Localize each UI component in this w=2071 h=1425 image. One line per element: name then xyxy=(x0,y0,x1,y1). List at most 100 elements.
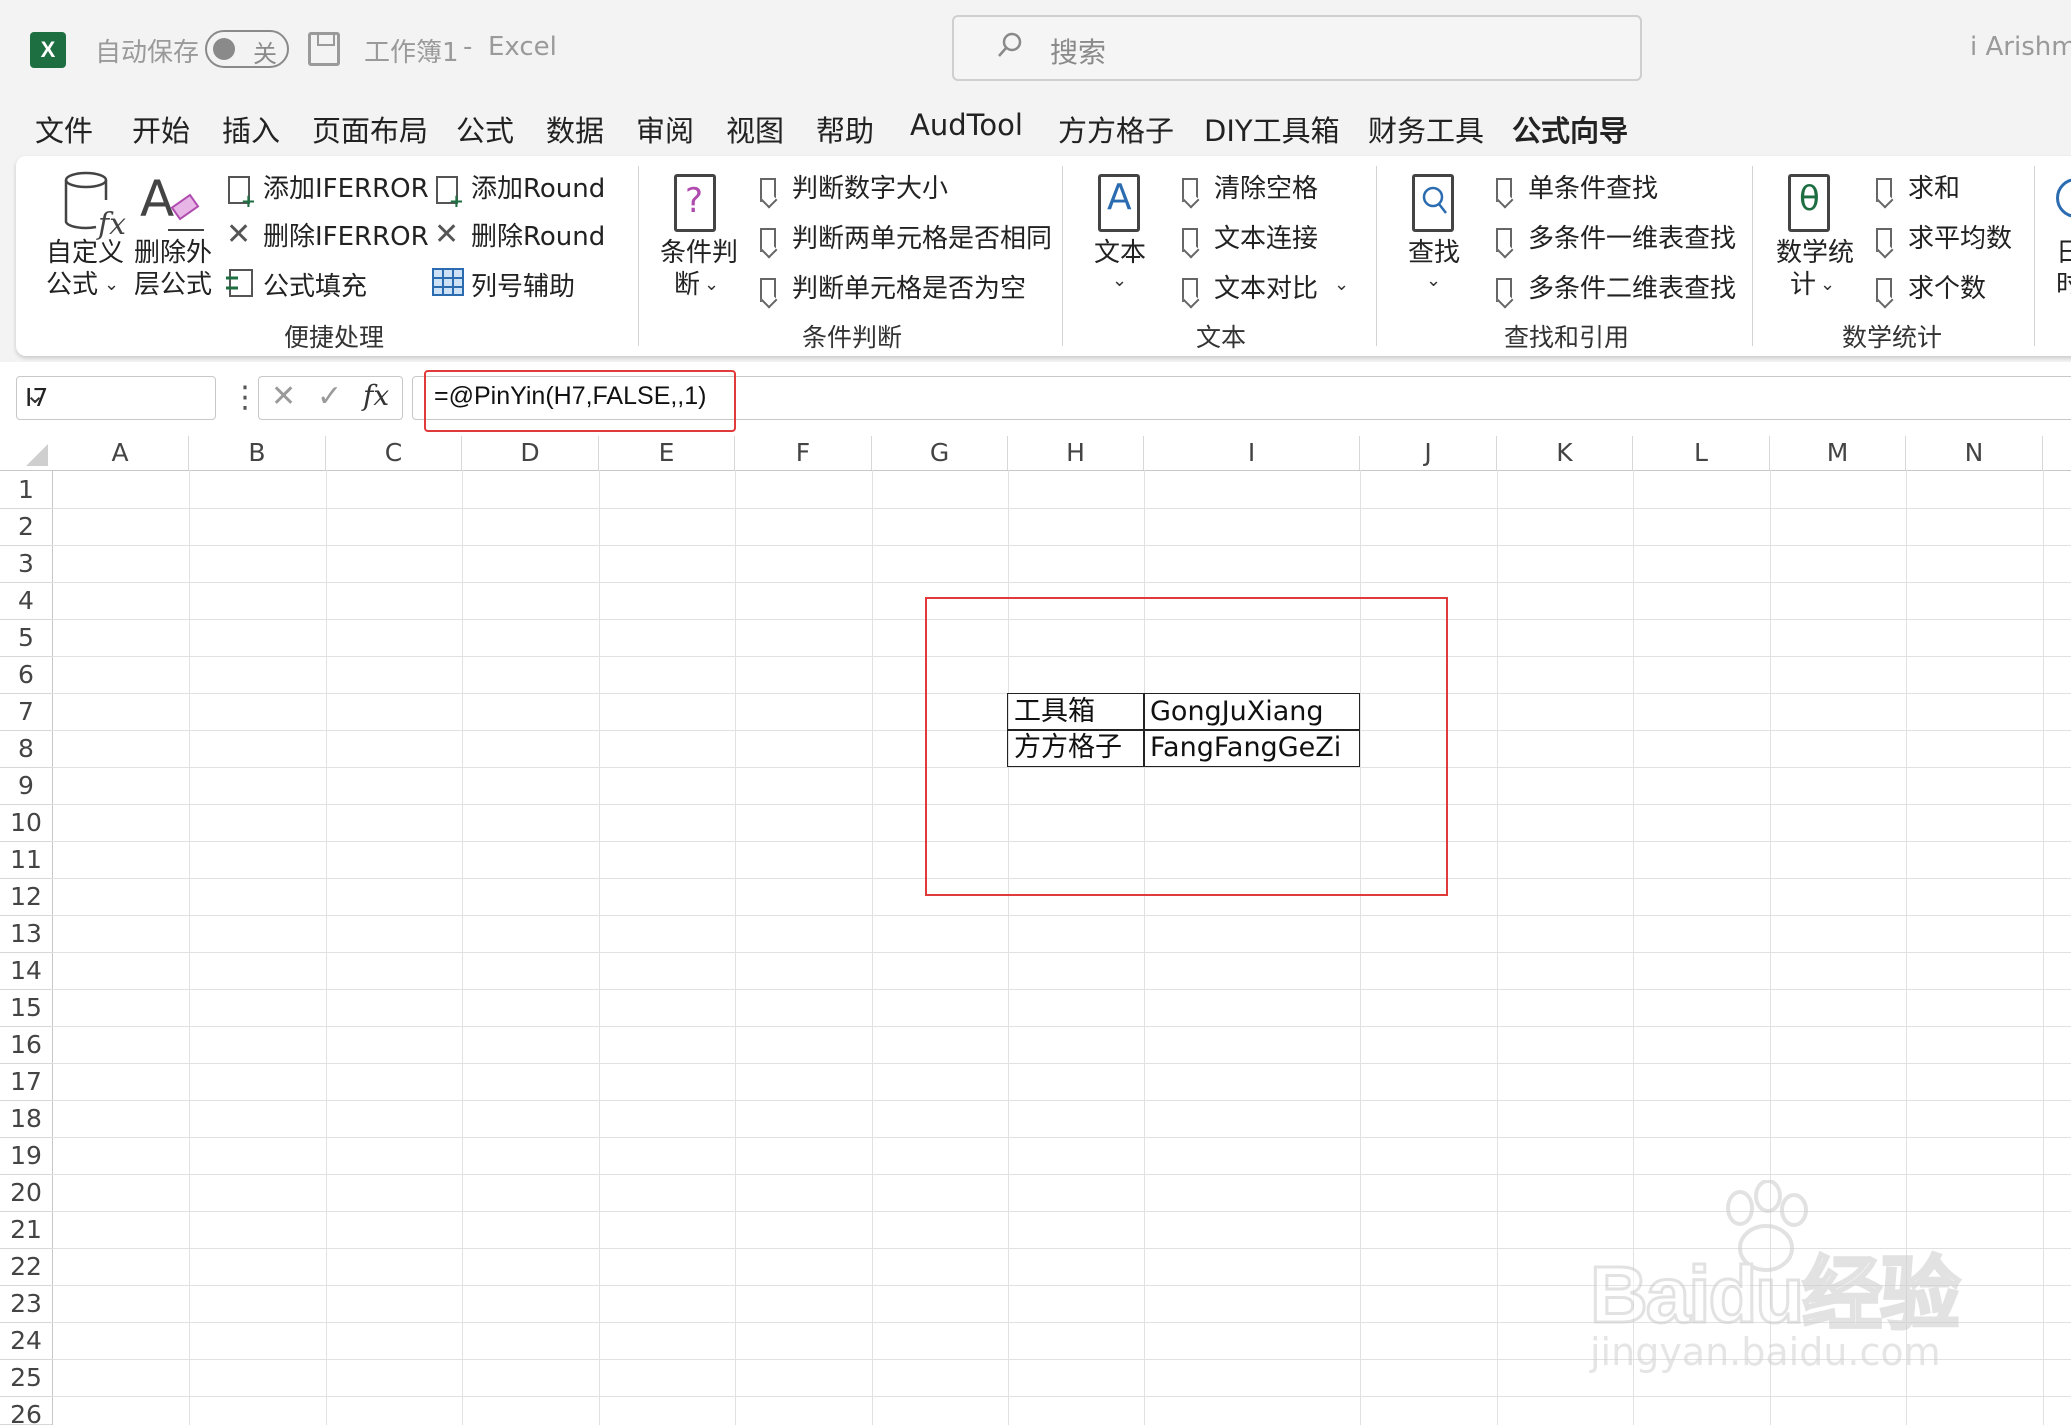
chevron-down-icon[interactable]: ⌄ xyxy=(104,274,119,295)
chevron-down-icon[interactable]: ⌄ xyxy=(1334,274,1349,295)
sum-button[interactable]: 求和 xyxy=(1908,174,1960,205)
text-big-label[interactable]: 文本 xyxy=(1094,238,1146,269)
row-header[interactable]: 7 xyxy=(0,694,52,731)
remove-iferror-button[interactable]: 删除IFERROR xyxy=(263,222,429,253)
tab-audtool[interactable]: AudTool xyxy=(910,108,1023,142)
tab-page-layout[interactable]: 页面布局 xyxy=(312,108,428,150)
row-header[interactable]: 23 xyxy=(0,1286,52,1323)
column-header-d[interactable]: D xyxy=(462,436,599,470)
tab-fangfanggezi[interactable]: 方方格子 xyxy=(1058,108,1174,150)
average-button[interactable]: 求平均数 xyxy=(1908,224,2012,255)
user-name[interactable]: i Arishmi xyxy=(1970,32,2071,62)
tab-view[interactable]: 视图 xyxy=(726,108,784,150)
autosave-toggle[interactable]: 关 xyxy=(205,30,289,68)
column-header-a[interactable]: A xyxy=(52,436,189,470)
insert-function-icon[interactable]: fx xyxy=(363,379,389,412)
row-header[interactable]: 13 xyxy=(0,916,52,953)
row-header[interactable]: 9 xyxy=(0,768,52,805)
row-header[interactable]: 4 xyxy=(0,583,52,620)
column-header-i[interactable]: I xyxy=(1144,436,1360,470)
row-header[interactable]: 5 xyxy=(0,620,52,657)
tab-help[interactable]: 帮助 xyxy=(816,108,874,150)
name-box[interactable]: I7 ⌄ xyxy=(16,376,216,420)
cancel-icon[interactable]: ✕ xyxy=(271,379,296,414)
row-header[interactable]: 25 xyxy=(0,1360,52,1397)
condition-judge-label-2[interactable]: 断 xyxy=(674,270,700,301)
column-helper-button[interactable]: 列号辅助 xyxy=(471,272,575,303)
tab-data[interactable]: 数据 xyxy=(546,108,604,150)
add-iferror-button[interactable]: 添加IFERROR xyxy=(263,174,429,205)
add-round-button[interactable]: 添加Round xyxy=(471,174,605,205)
column-header-f[interactable]: F xyxy=(735,436,872,470)
row-header[interactable]: 8 xyxy=(0,731,52,768)
lookup-big-label[interactable]: 查找 xyxy=(1408,238,1460,269)
tab-insert[interactable]: 插入 xyxy=(222,108,280,150)
row-header[interactable]: 18 xyxy=(0,1101,52,1138)
row-header[interactable]: 11 xyxy=(0,842,52,879)
column-header-m[interactable]: M xyxy=(1770,436,1906,470)
row-header[interactable]: 26 xyxy=(0,1397,52,1425)
select-all-corner[interactable] xyxy=(0,436,52,470)
column-header-h[interactable]: H xyxy=(1008,436,1144,470)
chevron-down-icon[interactable]: ⌄ xyxy=(1426,270,1441,291)
tab-home[interactable]: 开始 xyxy=(132,108,190,150)
text-compare-button[interactable]: 文本对比 xyxy=(1214,274,1318,305)
tab-file[interactable]: 文件 xyxy=(35,108,93,150)
multi-condition-1d-lookup-button[interactable]: 多条件一维表查找 xyxy=(1528,224,1736,255)
column-header-k[interactable]: K xyxy=(1497,436,1633,470)
row-header[interactable]: 22 xyxy=(0,1249,52,1286)
chevron-down-icon[interactable]: ⌄ xyxy=(704,274,719,295)
save-icon[interactable] xyxy=(308,32,340,66)
column-header-e[interactable]: E xyxy=(599,436,735,470)
column-header-b[interactable]: B xyxy=(189,436,326,470)
chevron-down-icon[interactable]: ⌄ xyxy=(1820,274,1835,295)
math-stats-label-2[interactable]: 计 xyxy=(1790,270,1816,301)
tab-finance-tools[interactable]: 财务工具 xyxy=(1368,108,1484,150)
row-header[interactable]: 10 xyxy=(0,805,52,842)
tab-formula-wizard[interactable]: 公式向导 xyxy=(1512,108,1629,160)
row-header[interactable]: 16 xyxy=(0,1027,52,1064)
condition-judge-label-1[interactable]: 条件判 xyxy=(660,238,738,269)
row-header[interactable]: 21 xyxy=(0,1212,52,1249)
tab-review[interactable]: 审阅 xyxy=(636,108,694,150)
formula-fill-button[interactable]: 公式填充 xyxy=(263,272,367,303)
text-concat-button[interactable]: 文本连接 xyxy=(1214,224,1318,255)
column-header-g[interactable]: G xyxy=(872,436,1008,470)
tab-diy-toolbox[interactable]: DIY工具箱 xyxy=(1204,108,1340,150)
remove-outer-formula-label-2[interactable]: 层公式 xyxy=(134,270,212,301)
check-icon[interactable]: ✓ xyxy=(317,379,342,414)
row-header[interactable]: 20 xyxy=(0,1175,52,1212)
row-header[interactable]: 24 xyxy=(0,1323,52,1360)
row-header[interactable]: 12 xyxy=(0,879,52,916)
row-header[interactable]: 6 xyxy=(0,657,52,694)
column-header-j[interactable]: J xyxy=(1360,436,1497,470)
row-header[interactable]: 15 xyxy=(0,990,52,1027)
multi-condition-2d-lookup-button[interactable]: 多条件二维表查找 xyxy=(1528,274,1736,305)
column-header-l[interactable]: L xyxy=(1633,436,1770,470)
column-header-n[interactable]: N xyxy=(1906,436,2043,470)
chevron-down-icon[interactable]: ⌄ xyxy=(1112,270,1127,291)
judge-cell-empty-button[interactable]: 判断单元格是否为空 xyxy=(792,274,1026,305)
clear-spaces-button[interactable]: 清除空格 xyxy=(1214,174,1318,205)
tab-formulas[interactable]: 公式 xyxy=(456,108,514,150)
judge-cells-equal-button[interactable]: 判断两单元格是否相同 xyxy=(792,224,1052,255)
row-header[interactable]: 1 xyxy=(0,472,52,509)
datetime-label-2[interactable]: 时 xyxy=(2056,270,2071,301)
single-condition-lookup-button[interactable]: 单条件查找 xyxy=(1528,174,1658,205)
search-box[interactable]: 搜索 xyxy=(952,15,1642,81)
remove-outer-formula-label-1[interactable]: 删除外 xyxy=(134,238,212,269)
more-options-icon[interactable]: ⋮ xyxy=(230,380,260,415)
custom-formula-label-1[interactable]: 自定义 xyxy=(46,238,124,269)
chevron-down-icon[interactable]: ⌄ xyxy=(25,381,205,409)
column-header-c[interactable]: C xyxy=(326,436,462,470)
row-header[interactable]: 3 xyxy=(0,546,52,583)
row-header[interactable]: 14 xyxy=(0,953,52,990)
row-header[interactable]: 2 xyxy=(0,509,52,546)
math-stats-label-1[interactable]: 数学统 xyxy=(1776,238,1854,269)
row-header[interactable]: 19 xyxy=(0,1138,52,1175)
count-button[interactable]: 求个数 xyxy=(1908,274,1986,305)
datetime-label-1[interactable]: 日 xyxy=(2056,238,2071,269)
remove-round-button[interactable]: 删除Round xyxy=(471,222,605,253)
custom-formula-label-2[interactable]: 公式 xyxy=(46,270,98,301)
judge-number-size-button[interactable]: 判断数字大小 xyxy=(792,174,948,205)
